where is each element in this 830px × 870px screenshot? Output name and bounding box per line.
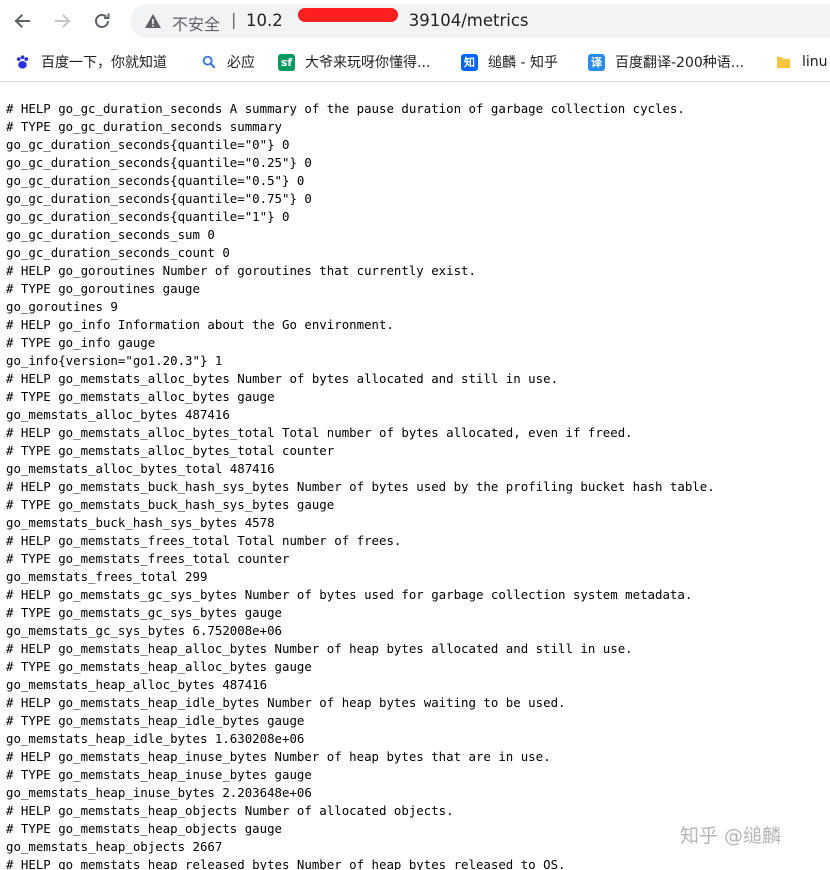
metrics-line: go_gc_duration_seconds{quantile="0.25"} … [6, 155, 312, 170]
url-port-path: 39104/metrics [408, 11, 529, 30]
bookmark-label: linu [802, 54, 828, 70]
folder-icon [775, 54, 792, 71]
metrics-line: # HELP go_memstats_heap_idle_bytes Numbe… [6, 695, 566, 710]
metrics-text: # HELP go_gc_duration_seconds A summary … [6, 100, 830, 870]
insecure-label: 不安全 [172, 15, 221, 34]
bookmark-label: 百度一下，你就知道 [41, 55, 167, 71]
metrics-line: # HELP go_gc_duration_seconds A summary … [6, 101, 685, 116]
back-button[interactable] [9, 8, 35, 34]
url-separator: | [231, 10, 237, 29]
translate-icon: 译 [588, 53, 605, 71]
bookmark-label: 缒麟 - 知乎 [488, 55, 558, 71]
bookmark-zhihu[interactable]: 知 缒麟 - 知乎 [461, 52, 558, 72]
bookmark-baidu[interactable]: 百度一下，你就知道 [14, 52, 167, 72]
zhihu-icon: 知 [461, 53, 478, 71]
metrics-line: go_memstats_frees_total 299 [6, 569, 208, 584]
bookmark-sf[interactable]: sf 大爷来玩呀你懂得... [278, 52, 430, 72]
address-bar[interactable]: 不安全 | 10.2 39104/metrics [130, 4, 830, 38]
metrics-line: # TYPE go_memstats_heap_inuse_bytes gaug… [6, 767, 312, 782]
paw-icon [14, 54, 31, 71]
metrics-line: # TYPE go_memstats_heap_idle_bytes gauge [6, 713, 305, 728]
metrics-line: go_memstats_heap_alloc_bytes 487416 [6, 677, 268, 692]
metrics-line: # HELP go_memstats_heap_objects Number o… [6, 803, 454, 818]
metrics-line: # HELP go_memstats_heap_inuse_bytes Numb… [6, 749, 551, 764]
metrics-line: # TYPE go_memstats_alloc_bytes gauge [6, 389, 275, 404]
metrics-line: # TYPE go_info gauge [6, 335, 156, 350]
metrics-line: # HELP go_memstats_buck_hash_sys_bytes N… [6, 479, 715, 494]
reload-icon [95, 13, 110, 28]
metrics-line: go_gc_duration_seconds{quantile="0.75"} … [6, 191, 312, 206]
sf-icon: sf [278, 53, 295, 71]
search-icon [200, 54, 217, 71]
metrics-line: go_gc_duration_seconds_count 0 [6, 245, 230, 260]
bookmark-bing[interactable]: 必应 [200, 52, 255, 72]
metrics-line: # HELP go_memstats_alloc_bytes_total Tot… [6, 425, 633, 440]
reload-button[interactable] [89, 8, 115, 34]
metrics-line: # HELP go_memstats_gc_sys_bytes Number o… [6, 587, 693, 602]
metrics-line: # TYPE go_memstats_heap_alloc_bytes gaug… [6, 659, 312, 674]
metrics-line: # HELP go_memstats_heap_alloc_bytes Numb… [6, 641, 633, 656]
url-redaction-mark [298, 8, 398, 22]
browser-toolbar: 不安全 | 10.2 39104/metrics [0, 0, 830, 42]
metrics-line: go_memstats_heap_idle_bytes 1.630208e+06 [6, 731, 305, 746]
zhihu-watermark: 知乎 @缒麟 [680, 825, 782, 847]
url-host: 10.2 [246, 11, 283, 30]
metrics-line: # TYPE go_gc_duration_seconds summary [6, 119, 283, 134]
bookmark-folder-linux[interactable]: linu [775, 52, 828, 72]
metrics-line: go_memstats_alloc_bytes_total 487416 [6, 461, 275, 476]
metrics-line: # HELP go_memstats_frees_total Total num… [6, 533, 402, 548]
metrics-line: # TYPE go_memstats_buck_hash_sys_bytes g… [6, 497, 335, 512]
arrow-right-icon [55, 14, 71, 28]
metrics-line: # TYPE go_goroutines gauge [6, 281, 200, 296]
metrics-line: # HELP go_memstats_heap_released_bytes N… [6, 857, 566, 870]
metrics-line: go_memstats_buck_hash_sys_bytes 4578 [6, 515, 275, 530]
metrics-line: # HELP go_memstats_alloc_bytes Number of… [6, 371, 559, 386]
metrics-line: go_gc_duration_seconds_sum 0 [6, 227, 215, 242]
metrics-line: go_gc_duration_seconds{quantile="0"} 0 [6, 137, 290, 152]
arrow-left-icon [14, 14, 30, 28]
metrics-line: # HELP go_info Information about the Go … [6, 317, 394, 332]
metrics-line: go_memstats_heap_inuse_bytes 2.203648e+0… [6, 785, 312, 800]
metrics-line: # TYPE go_memstats_frees_total counter [6, 551, 290, 566]
bookmark-baidu-translate[interactable]: 译 百度翻译-200种语... [588, 52, 744, 72]
bookmark-label: 大爷来玩呀你懂得... [305, 55, 431, 71]
bookmarks-bar: 百度一下，你就知道 必应 sf 大爷来玩呀你懂得... 知 缒麟 - 知乎 译 … [0, 42, 830, 82]
metrics-line: # TYPE go_memstats_gc_sys_bytes gauge [6, 605, 283, 620]
metrics-line: go_gc_duration_seconds{quantile="0.5"} 0 [6, 173, 305, 188]
metrics-line: go_goroutines 9 [6, 299, 118, 314]
bookmark-label: 必应 [227, 55, 255, 71]
metrics-line: go_memstats_gc_sys_bytes 6.752008e+06 [6, 623, 283, 638]
metrics-line: go_gc_duration_seconds{quantile="1"} 0 [6, 209, 290, 224]
warning-triangle-icon [145, 14, 161, 28]
bookmark-label: 百度翻译-200种语... [615, 55, 745, 71]
metrics-line: go_info{version="go1.20.3"} 1 [6, 353, 223, 368]
metrics-line: go_memstats_alloc_bytes 487416 [6, 407, 230, 422]
forward-button[interactable] [50, 8, 76, 34]
metrics-line: # HELP go_goroutines Number of goroutine… [6, 263, 476, 278]
metrics-line: # TYPE go_memstats_alloc_bytes_total cou… [6, 443, 335, 458]
